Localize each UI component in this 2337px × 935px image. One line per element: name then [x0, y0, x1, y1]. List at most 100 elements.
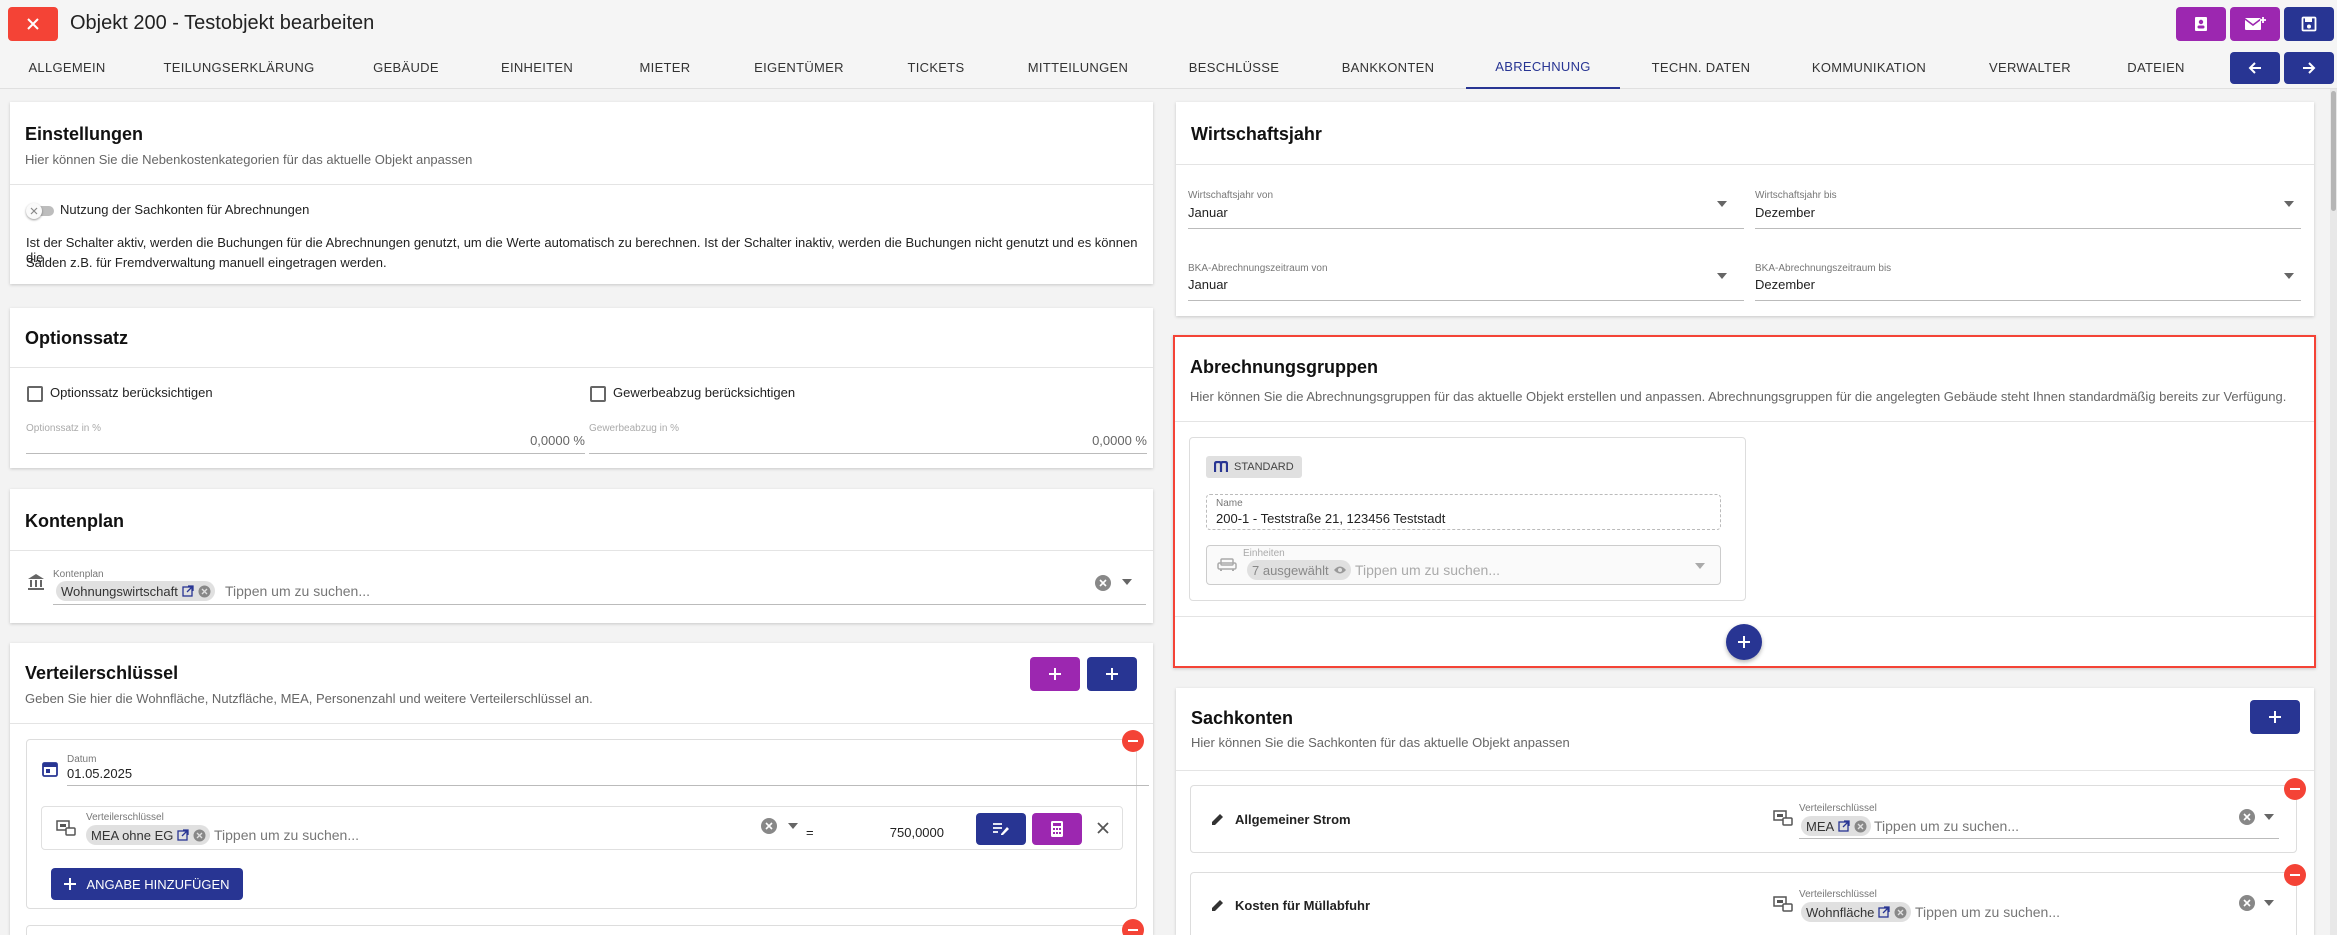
scrollbar[interactable]: [2330, 89, 2337, 935]
chip-remove-icon[interactable]: [1854, 820, 1867, 833]
tab-tickets[interactable]: TICKETS: [874, 46, 998, 89]
clear-icon[interactable]: [1094, 574, 1112, 592]
abrechnungsgruppen-title: Abrechnungsgruppen: [1190, 357, 1378, 377]
einheiten-field[interactable]: Einheiten 7 ausgewählt Tippen um zu such…: [1206, 545, 1721, 585]
tab-kommunikation[interactable]: KOMMUNIKATION: [1782, 46, 1956, 89]
einheiten-label: Einheiten: [1243, 548, 1285, 559]
sachkonto-search-input[interactable]: Tippen um zu suchen...: [1874, 818, 2019, 834]
tab-next-button[interactable]: [2284, 52, 2334, 84]
chevron-down-icon[interactable]: [2284, 273, 2294, 279]
verteilerschluessel-card: Verteilerschlüssel Geben Sie hier die Wo…: [10, 643, 1153, 935]
tab-verwalter[interactable]: VERWALTER: [1956, 46, 2104, 89]
save-button[interactable]: [2284, 7, 2334, 41]
kontenplan-search-input[interactable]: Tippen um zu suchen...: [225, 583, 370, 599]
open-link-icon[interactable]: [1878, 906, 1891, 918]
tab-mieter[interactable]: MIETER: [606, 46, 724, 89]
clear-icon[interactable]: [760, 817, 778, 835]
tab-abrechnung[interactable]: ABRECHNUNG: [1466, 46, 1620, 89]
datum-input[interactable]: 01.05.2025: [67, 766, 132, 781]
tab-dateien[interactable]: DATEIEN: [2104, 46, 2208, 89]
minus-icon: [2290, 874, 2300, 876]
sachkonten-toggle[interactable]: [26, 203, 56, 219]
chevron-down-icon[interactable]: [1122, 579, 1132, 585]
save-icon: [2301, 16, 2317, 32]
tab-allgemein[interactable]: ALLGEMEIN: [0, 46, 134, 89]
send-mail-button[interactable]: [2230, 7, 2280, 41]
wj-von-label: Wirtschaftsjahr von: [1188, 190, 1274, 201]
tab-beschluesse[interactable]: BESCHLÜSSE: [1158, 46, 1310, 89]
remove-sachkonto-button[interactable]: [2284, 778, 2306, 800]
gewerbeabzug-input[interactable]: 0,0000 %: [589, 433, 1147, 448]
chevron-down-icon[interactable]: [2284, 201, 2294, 207]
bka-von-select[interactable]: Januar: [1188, 277, 1228, 292]
wj-bis-select[interactable]: Dezember: [1755, 205, 1815, 220]
contact-card-icon: [2195, 17, 2207, 31]
bank-icon: [28, 574, 44, 590]
edit-value-button[interactable]: [976, 813, 1026, 845]
optionssatz-checkbox[interactable]: [27, 386, 43, 402]
sachkonto-name: Allgemeiner Strom: [1235, 812, 1351, 827]
underline: [1188, 300, 1744, 301]
plus-icon: [1738, 636, 1750, 648]
tab-techn-daten[interactable]: TECHN. DATEN: [1620, 46, 1782, 89]
chevron-down-icon[interactable]: [1717, 201, 1727, 207]
open-link-icon[interactable]: [177, 829, 190, 841]
chevron-down-icon[interactable]: [788, 823, 798, 829]
verteiler-value-input[interactable]: 750,0000: [834, 825, 944, 840]
open-link-icon[interactable]: [182, 585, 194, 597]
tab-eigentuemer[interactable]: EIGENTÜMER: [724, 46, 874, 89]
open-link-icon[interactable]: [1838, 820, 1850, 832]
edit-icon[interactable]: [1211, 899, 1224, 912]
clear-icon[interactable]: [2238, 894, 2256, 912]
edit-icon[interactable]: [1211, 813, 1224, 826]
kontenplan-card: Kontenplan Kontenplan Wohnungswirtschaft…: [10, 489, 1153, 623]
distribution-icon: [1773, 896, 1793, 912]
clear-icon[interactable]: [2238, 808, 2256, 826]
sachkonto-chip-label: MEA: [1806, 818, 1835, 834]
scrollbar-thumb[interactable]: [2331, 91, 2336, 211]
add-gruppe-button[interactable]: [1726, 624, 1762, 660]
name-input[interactable]: 200-1 - Teststraße 21, 123456 Teststadt: [1216, 511, 1445, 526]
add-entry-button[interactable]: ANGABE HINZUFÜGEN: [51, 868, 243, 900]
tab-einheiten[interactable]: EINHEITEN: [468, 46, 606, 89]
close-button[interactable]: [8, 7, 58, 41]
tab-gebaeude[interactable]: GEBÄUDE: [344, 46, 468, 89]
einstellungen-subtitle: Hier können Sie die Nebenkostenkategorie…: [25, 152, 473, 167]
tab-bar: ALLGEMEIN TEILUNGSERKLÄRUNG GEBÄUDE EINH…: [0, 46, 2337, 89]
contact-button[interactable]: [2176, 7, 2226, 41]
optionssatz-input[interactable]: 0,0000 %: [26, 433, 585, 448]
optionssatz-card: Optionssatz Optionssatz berücksichtigen …: [10, 308, 1153, 468]
tab-bankkonten[interactable]: BANKKONTEN: [1310, 46, 1466, 89]
tab-teilungserklaerung[interactable]: TEILUNGSERKLÄRUNG: [134, 46, 344, 89]
chevron-down-icon[interactable]: [2264, 814, 2274, 820]
close-icon[interactable]: [1096, 821, 1110, 835]
bka-bis-select[interactable]: Dezember: [1755, 277, 1815, 292]
chip-remove-icon[interactable]: [198, 585, 211, 598]
top-bar: Objekt 200 - Testobjekt bearbeiten: [0, 0, 2337, 46]
sachkonto-search-input[interactable]: Tippen um zu suchen...: [1915, 904, 2060, 920]
toggle-label: Nutzung der Sachkonten für Abrechnungen: [60, 202, 310, 217]
remove-entry-button-2[interactable]: [1122, 919, 1144, 935]
sofa-icon: [1217, 558, 1237, 571]
add-verteiler-purple-button[interactable]: [1030, 657, 1080, 691]
chip-remove-icon[interactable]: [193, 829, 206, 842]
wj-von-select[interactable]: Januar: [1188, 205, 1228, 220]
eye-icon[interactable]: [1333, 565, 1347, 575]
einstellungen-title: Einstellungen: [25, 124, 144, 144]
tab-prev-button[interactable]: [2230, 52, 2280, 84]
standard-badge: STANDARD: [1206, 456, 1302, 478]
name-field[interactable]: Name 200-1 - Teststraße 21, 123456 Tests…: [1206, 494, 1721, 530]
chevron-down-icon[interactable]: [1695, 563, 1705, 569]
add-verteiler-button[interactable]: [1087, 657, 1137, 691]
gewerbeabzug-checkbox[interactable]: [590, 386, 606, 402]
remove-sachkonto-button-2[interactable]: [2284, 864, 2306, 886]
verteiler-search-input[interactable]: Tippen um zu suchen...: [214, 827, 359, 843]
calculate-button[interactable]: [1032, 813, 1082, 845]
tab-mitteilungen[interactable]: MITTEILUNGEN: [998, 46, 1158, 89]
add-sachkonto-button[interactable]: [2250, 700, 2300, 734]
einheiten-search-input[interactable]: Tippen um zu suchen...: [1355, 562, 1500, 578]
remove-entry-button[interactable]: [1122, 730, 1144, 752]
chevron-down-icon[interactable]: [2264, 900, 2274, 906]
chip-remove-icon[interactable]: [1894, 906, 1907, 919]
chevron-down-icon[interactable]: [1717, 273, 1727, 279]
